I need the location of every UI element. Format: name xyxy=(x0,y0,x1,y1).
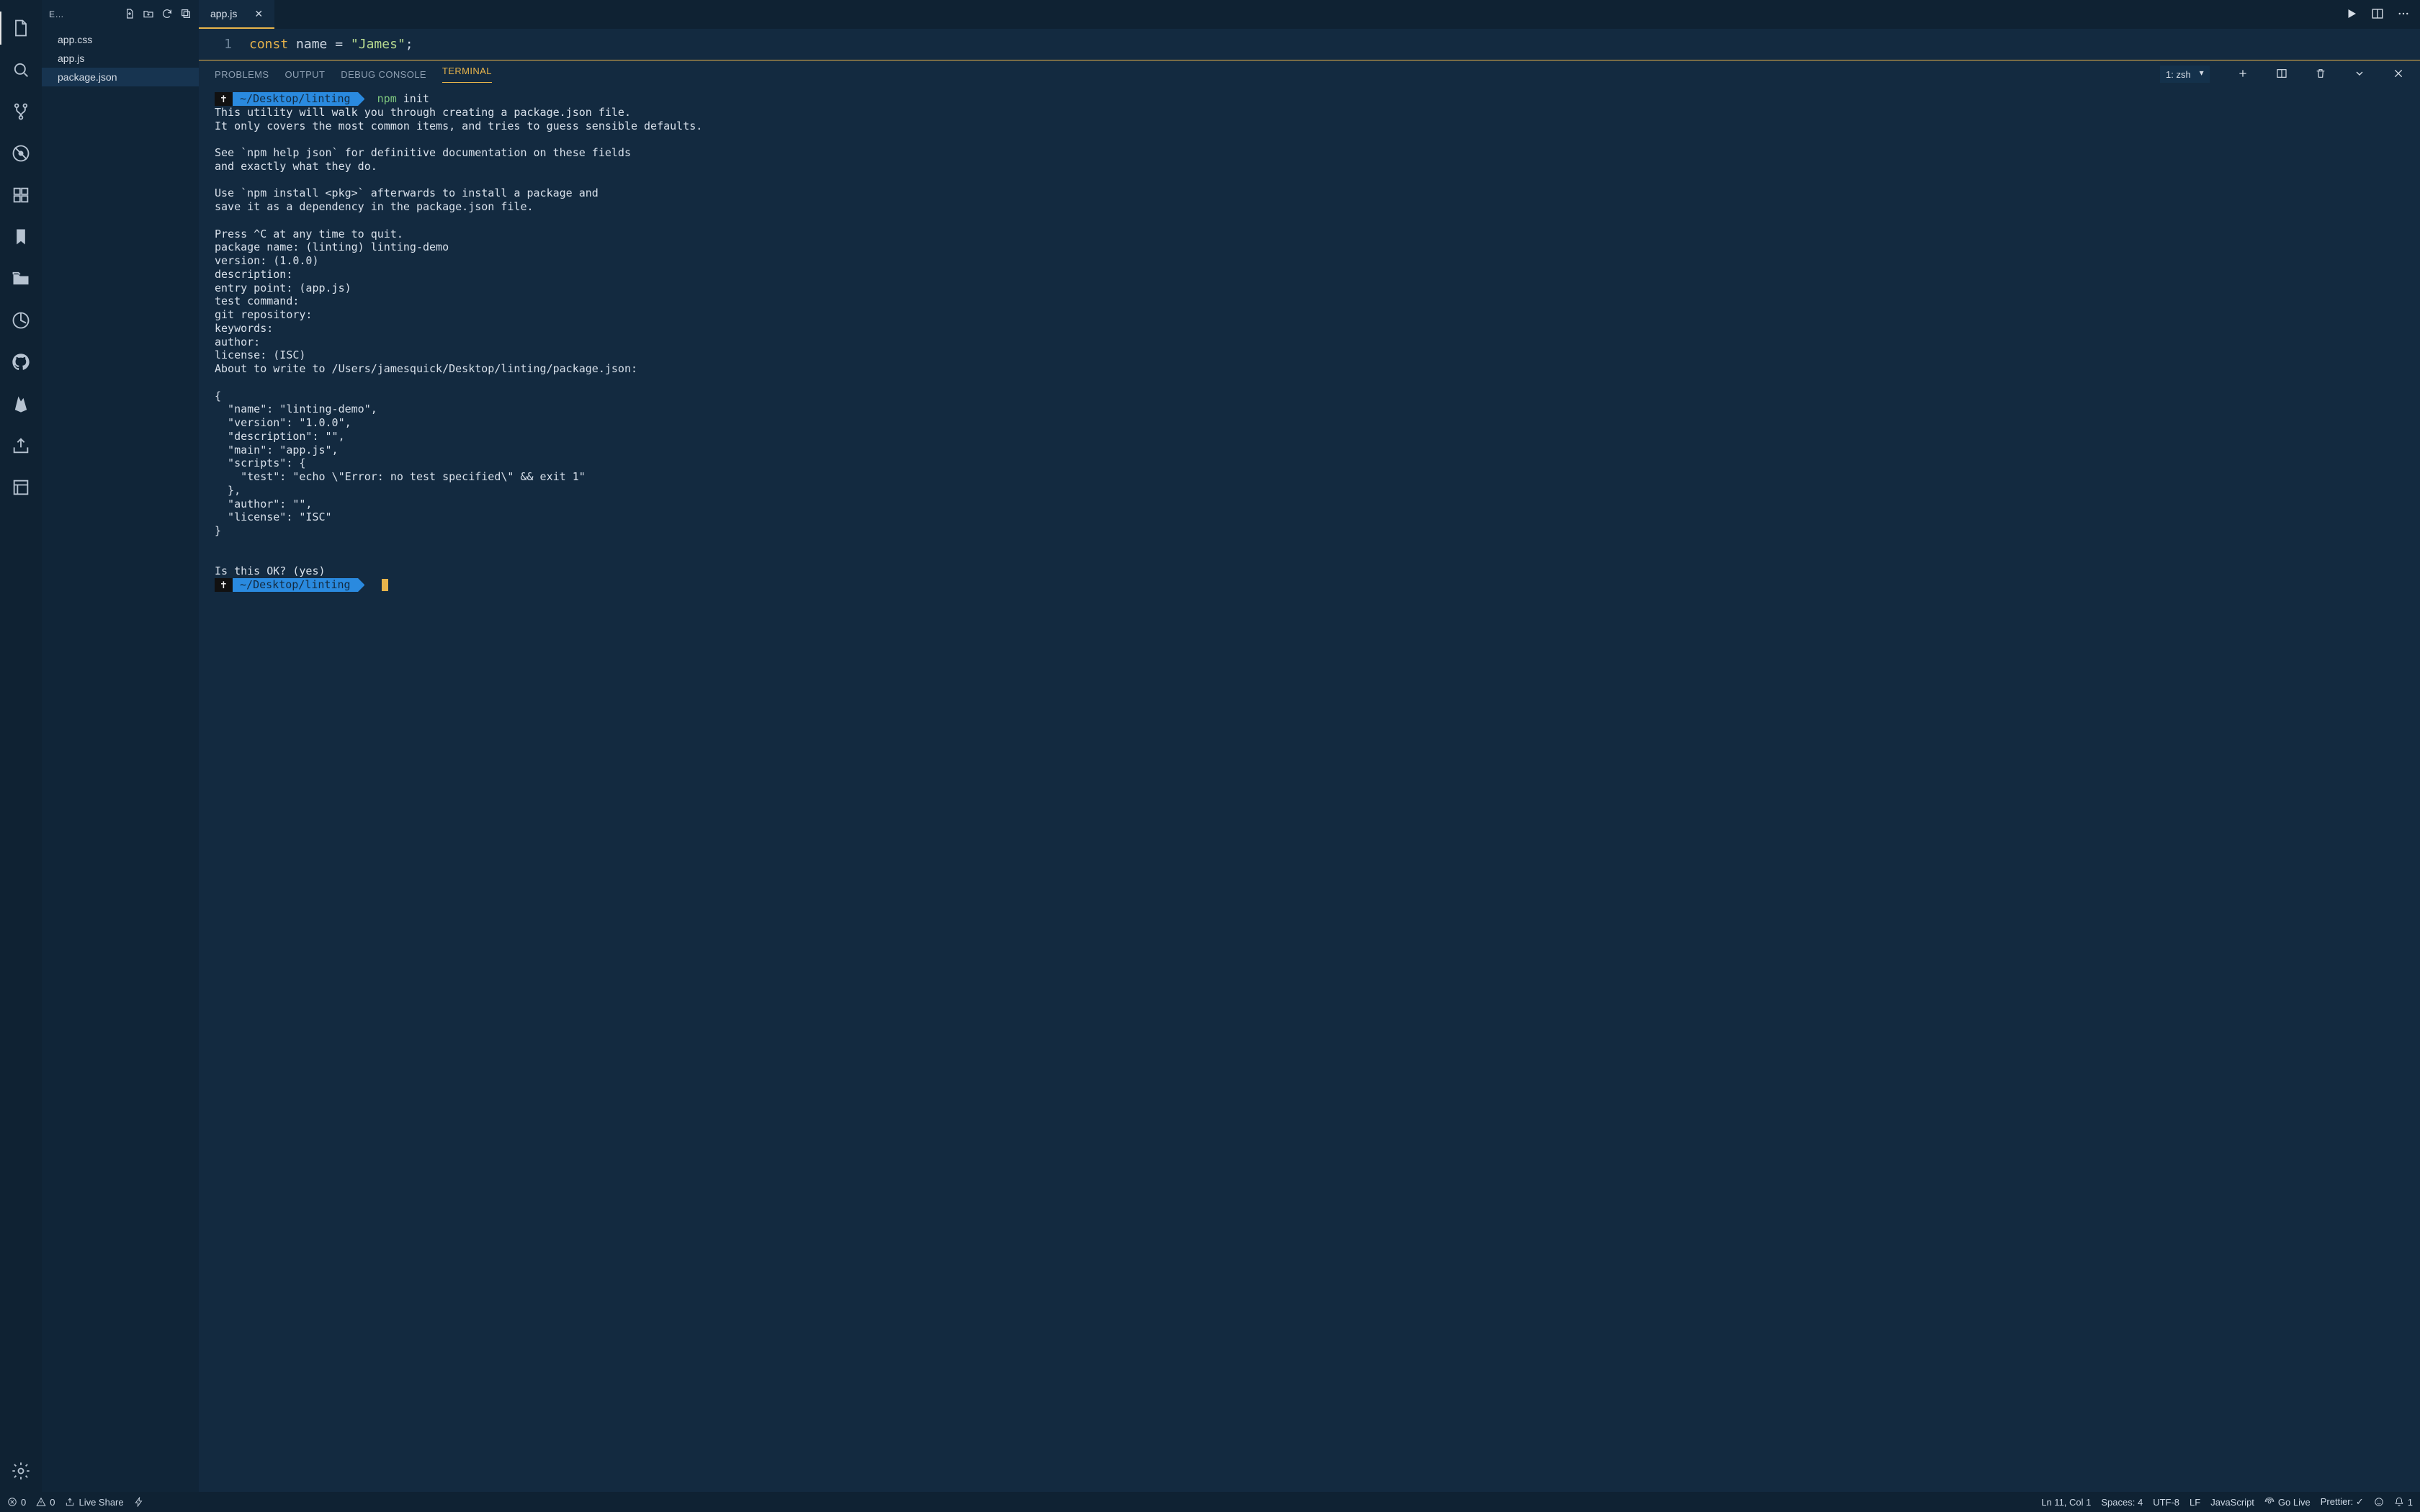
prompt-path-seg: ~/Desktop/linting xyxy=(233,92,358,106)
prompt-user-seg: ✝ xyxy=(215,578,233,592)
circle-icon[interactable] xyxy=(0,300,42,341)
firebase-icon[interactable] xyxy=(0,383,42,425)
github-icon[interactable] xyxy=(0,341,42,383)
status-warnings[interactable]: 0 xyxy=(36,1497,55,1508)
terminal[interactable]: ✝~/Desktop/linting npm init This utility… xyxy=(199,88,2420,1492)
file-row[interactable]: app.css xyxy=(42,30,199,49)
tab-label: app.js xyxy=(210,8,237,19)
new-folder-icon[interactable] xyxy=(143,8,154,22)
close-icon[interactable]: ✕ xyxy=(254,8,263,20)
activity-bar xyxy=(0,0,42,1492)
chevron-down-icon[interactable] xyxy=(2354,68,2365,81)
terminal-output: This utility will walk you through creat… xyxy=(215,106,702,578)
extensions-icon[interactable] xyxy=(0,174,42,216)
file-list: app.css app.js package.json xyxy=(42,29,199,86)
status-eol[interactable]: LF xyxy=(2190,1497,2200,1508)
status-ln-col[interactable]: Ln 11, Col 1 xyxy=(2041,1497,2091,1508)
terminal-cmd-bin: npm xyxy=(377,92,397,105)
terminal-cmd-arg: init xyxy=(403,92,429,105)
new-terminal-icon[interactable] xyxy=(2237,68,2249,81)
status-encoding[interactable]: UTF-8 xyxy=(2153,1497,2179,1508)
status-go-live[interactable]: Go Live xyxy=(2264,1497,2311,1508)
terminal-cursor xyxy=(382,579,388,591)
code-line: const name = "James"; xyxy=(249,37,413,52)
panel-tab-output[interactable]: OUTPUT xyxy=(284,69,325,80)
lightning-icon[interactable] xyxy=(134,1497,144,1507)
status-notifications[interactable]: 1 xyxy=(2394,1497,2413,1508)
run-icon[interactable] xyxy=(2345,7,2358,22)
new-file-icon[interactable] xyxy=(124,8,135,22)
status-spaces[interactable]: Spaces: 4 xyxy=(2101,1497,2143,1508)
panel-tab-terminal[interactable]: TERMINAL xyxy=(442,66,492,83)
more-icon[interactable] xyxy=(2397,7,2410,22)
share-icon[interactable] xyxy=(0,425,42,467)
status-language[interactable]: JavaScript xyxy=(2210,1497,2254,1508)
bottom-panel: PROBLEMS OUTPUT DEBUG CONSOLE TERMINAL 1… xyxy=(199,60,2420,1492)
file-row[interactable]: app.js xyxy=(42,49,199,68)
status-feedback-icon[interactable] xyxy=(2374,1497,2384,1507)
debug-icon[interactable] xyxy=(0,132,42,174)
close-panel-icon[interactable] xyxy=(2393,68,2404,81)
status-bar: 0 0 Live Share Ln 11, Col 1 Spaces: 4 UT… xyxy=(0,1492,2420,1512)
preview-icon[interactable] xyxy=(0,467,42,508)
kill-terminal-icon[interactable] xyxy=(2315,68,2326,81)
prompt-path-seg: ~/Desktop/linting xyxy=(233,578,358,592)
status-prettier[interactable]: Prettier: ✓ xyxy=(2321,1496,2364,1508)
explorer-icon[interactable] xyxy=(0,7,42,49)
line-number: 1 xyxy=(199,37,249,52)
terminal-selector[interactable]: 1: zsh xyxy=(2160,66,2210,83)
prompt-user-seg: ✝ xyxy=(215,92,233,106)
panel-tab-debug[interactable]: DEBUG CONSOLE xyxy=(341,69,426,80)
bookmark-icon[interactable] xyxy=(0,216,42,258)
collapse-icon[interactable] xyxy=(180,8,192,22)
explorer-title: E… xyxy=(49,9,124,19)
refresh-icon[interactable] xyxy=(161,8,173,22)
editor-tabs: app.js ✕ xyxy=(199,0,2420,29)
source-control-icon[interactable] xyxy=(0,91,42,132)
folder-icon[interactable] xyxy=(0,258,42,300)
settings-gear-icon[interactable] xyxy=(0,1450,42,1492)
split-terminal-icon[interactable] xyxy=(2276,68,2287,81)
code-editor[interactable]: 1 const name = "James"; xyxy=(199,29,2420,60)
panel-tab-problems[interactable]: PROBLEMS xyxy=(215,69,269,80)
explorer-panel: E… app.css a xyxy=(42,0,199,1492)
status-errors[interactable]: 0 xyxy=(7,1497,26,1508)
editor-tab[interactable]: app.js ✕ xyxy=(199,0,274,29)
split-editor-icon[interactable] xyxy=(2371,7,2384,22)
search-icon[interactable] xyxy=(0,49,42,91)
file-row[interactable]: package.json xyxy=(42,68,199,86)
status-live-share[interactable]: Live Share xyxy=(65,1497,123,1508)
